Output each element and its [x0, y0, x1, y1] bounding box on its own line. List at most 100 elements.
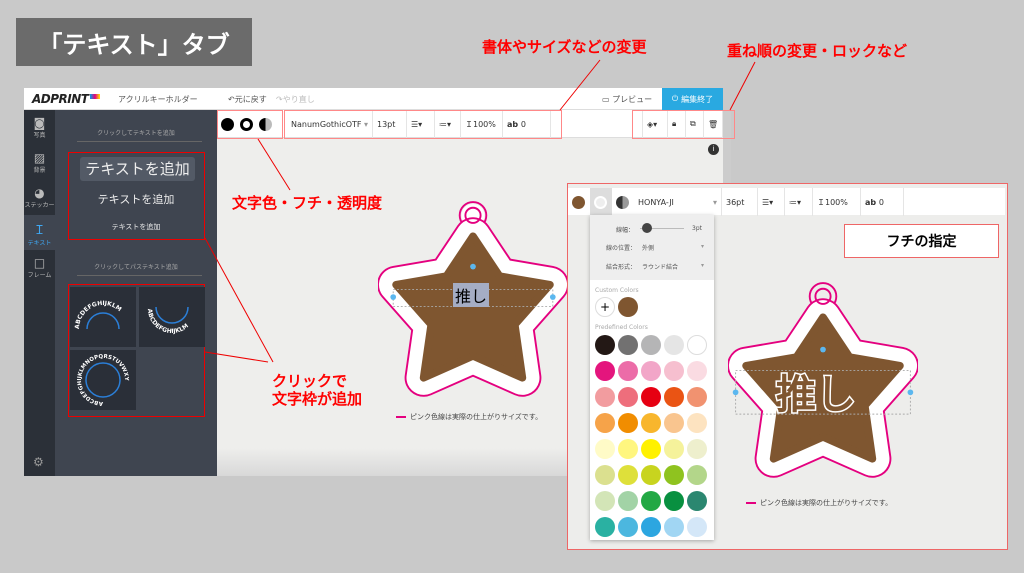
color-swatch[interactable] [664, 439, 684, 459]
size-value: 36pt [726, 197, 745, 207]
redo-button[interactable]: ↷やり直し [276, 94, 315, 105]
color-swatch[interactable] [664, 517, 684, 537]
color-swatch[interactable] [618, 387, 638, 407]
list-select[interactable]: ≔▾ [785, 188, 813, 216]
stroke-button[interactable] [594, 195, 607, 209]
redo-icon: ↷ [276, 95, 283, 104]
annotation-click-line2: 文字枠が追加 [272, 390, 363, 408]
letter-spacing-stepper[interactable]: ab 0 [861, 188, 904, 216]
path-text-circle[interactable]: ABCDEFGHIJKLMNOPQRSTUVWXY [70, 350, 136, 410]
sidebar-item-text[interactable]: Ｉ テキスト [24, 215, 55, 250]
settings-gear-icon[interactable]: ⚙ [33, 455, 44, 469]
color-swatch[interactable] [595, 439, 615, 459]
color-swatch[interactable] [664, 361, 684, 381]
join-label: 結合形式： [606, 264, 637, 271]
opacity-button[interactable] [616, 195, 629, 209]
color-swatch[interactable] [618, 413, 638, 433]
stroke-position-select[interactable]: 外側 ▾ [642, 243, 704, 252]
font-value: HONYA-JI [638, 197, 674, 207]
color-swatch[interactable] [595, 465, 615, 485]
highlight-color-tools [217, 110, 283, 139]
color-swatch[interactable] [664, 491, 684, 511]
color-swatch[interactable] [687, 465, 707, 485]
text-icon: Ｉ [33, 223, 46, 237]
custom-color-swatch[interactable] [618, 297, 638, 317]
arc-bottom-icon: ABCDEFGHIJKLM [146, 306, 190, 335]
color-swatch[interactable] [641, 387, 661, 407]
color-swatch[interactable] [641, 491, 661, 511]
sidebar-label: 写真 [33, 132, 46, 139]
color-swatch[interactable] [595, 387, 615, 407]
color-swatch[interactable] [687, 387, 707, 407]
color-swatch[interactable] [641, 439, 661, 459]
info-icon[interactable]: i [708, 144, 719, 155]
color-swatch[interactable] [618, 491, 638, 511]
line-height-stepper[interactable]: Ｉ 100% [813, 188, 861, 216]
color-swatch[interactable] [595, 335, 615, 355]
monitor-icon: ▭ [602, 95, 613, 104]
color-swatch[interactable] [664, 387, 684, 407]
color-swatch[interactable] [664, 413, 684, 433]
color-swatch[interactable] [687, 335, 707, 355]
color-swatch[interactable] [618, 361, 638, 381]
color-swatch[interactable] [664, 335, 684, 355]
color-swatch[interactable] [595, 413, 615, 433]
add-text-large-button[interactable]: テキストを追加 [80, 157, 195, 181]
color-swatch[interactable] [641, 361, 661, 381]
line-height-icon: Ｉ [817, 197, 825, 207]
divider [77, 141, 202, 142]
pattern-icon: ▨ [33, 151, 46, 165]
font-select[interactable]: HONYA-JI ▾ [634, 188, 722, 216]
color-swatch[interactable] [641, 413, 661, 433]
sidebar-item-photo[interactable]: ◙ 写真 [24, 110, 55, 145]
redo-label: やり直し [282, 95, 315, 104]
logo: ADPRINT [32, 92, 89, 106]
zoomed-canvas-text[interactable]: 推し [775, 362, 858, 420]
finish-edit-button[interactable]: ⏻ 編集終了 [662, 88, 723, 110]
stroke-label: フチの指定 [844, 224, 999, 258]
color-swatch[interactable] [664, 465, 684, 485]
sidebar-item-frame[interactable]: □ フレーム [24, 250, 55, 285]
color-swatch[interactable] [618, 517, 638, 537]
undo-button[interactable]: ↶元に戻す [228, 94, 267, 105]
power-icon: ⏻ [671, 94, 679, 103]
sidebar-item-sticker[interactable]: ◕ ステッカー [24, 180, 55, 215]
line-height-value: 100% [825, 197, 848, 207]
color-swatch[interactable] [641, 517, 661, 537]
stroke-popover: 線幅： 3pt 線の位置： 外側 ▾ 結合形式： ラウンド結合 ▾ Custom C… [590, 215, 714, 540]
color-swatch[interactable] [687, 413, 707, 433]
add-color-button[interactable]: + [595, 297, 615, 317]
color-swatch[interactable] [618, 335, 638, 355]
app-header: ADPRINT アクリルキーホルダー ↶元に戻す ↷やり直し ▭ プレビュー ⏻… [24, 88, 723, 110]
canvas-text[interactable]: 推し [453, 283, 490, 307]
color-swatch[interactable] [618, 439, 638, 459]
align-center-icon: ☰▾ [762, 197, 774, 207]
color-swatch[interactable] [595, 491, 615, 511]
color-swatch[interactable] [618, 465, 638, 485]
size-note: ピンク色線は実際の仕上がりサイズです。 [396, 412, 542, 422]
chevron-down-icon: ▾ [712, 197, 717, 207]
add-text-medium-button[interactable]: テキストを追加 [55, 191, 217, 207]
align-select[interactable]: ☰▾ [758, 188, 785, 216]
color-swatch[interactable] [687, 439, 707, 459]
path-text-arc-bottom[interactable]: ABCDEFGHIJKLM [139, 287, 205, 347]
color-swatch[interactable] [687, 361, 707, 381]
note-text: ピンク色線は実際の仕上がりサイズです。 [760, 499, 893, 507]
slider-handle[interactable] [642, 223, 652, 233]
sidebar-item-background[interactable]: ▨ 背景 [24, 145, 55, 180]
font-size-stepper[interactable]: 36pt [722, 188, 758, 216]
text-color-button[interactable] [572, 195, 585, 209]
preview-button[interactable]: ▭ プレビュー [602, 94, 652, 105]
color-swatch[interactable] [687, 517, 707, 537]
color-swatch[interactable] [687, 491, 707, 511]
sidebar-label: テキスト [27, 240, 52, 247]
color-swatch[interactable] [641, 465, 661, 485]
color-swatch[interactable] [595, 517, 615, 537]
join-select[interactable]: ラウンド結合 ▾ [642, 262, 704, 271]
color-swatch[interactable] [595, 361, 615, 381]
annotation-color: 文字色・フチ・透明度 [232, 194, 383, 212]
path-text-arc-top[interactable]: ABCDEFGHIJKLM [70, 287, 136, 347]
color-swatch[interactable] [641, 335, 661, 355]
predefined-colors-heading: Predefined Colors [595, 324, 648, 331]
add-text-small-button[interactable]: テキストを追加 [55, 222, 217, 232]
